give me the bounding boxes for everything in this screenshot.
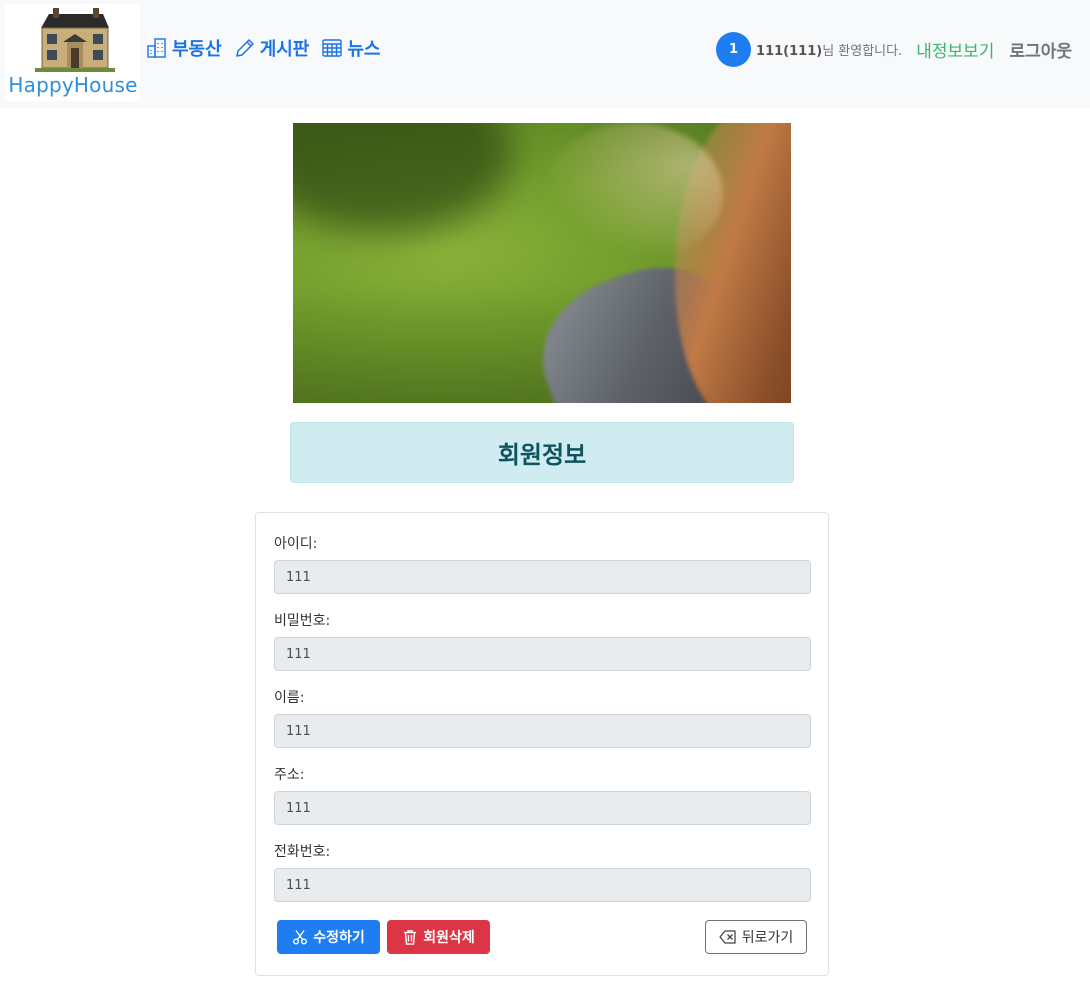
field-label-name: 이름:: [274, 690, 305, 706]
backspace-icon: [719, 930, 736, 944]
house-icon: [35, 8, 115, 72]
password-field[interactable]: 111: [274, 637, 811, 671]
nav-label-board: 게시판: [259, 39, 310, 60]
nav-item-news[interactable]: 뉴스: [321, 35, 381, 61]
main-nav: 부동산 게시판 뉴스: [146, 35, 393, 61]
member-info-card: 아이디: 111 비밀번호: 111 이름: 111 주소: 111 전화번호:…: [255, 512, 829, 976]
edit-button-label: 수정하기: [313, 930, 365, 946]
logo-text: HappyHouse: [8, 73, 138, 97]
trash-icon: [404, 930, 417, 945]
user-area: 1 111(111)님 환영합니다. 내정보보기 로그아웃: [716, 31, 1072, 67]
hero-image: [293, 123, 791, 403]
back-button[interactable]: 뒤로가기: [705, 920, 807, 954]
id-field[interactable]: 111: [274, 560, 811, 594]
address-field[interactable]: 111: [274, 791, 811, 825]
field-label-address: 주소:: [274, 767, 305, 783]
buildings-icon: [147, 38, 166, 58]
phone-field[interactable]: 111: [274, 868, 811, 902]
field-label-phone: 전화번호:: [274, 844, 331, 860]
field-label-password: 비밀번호:: [274, 613, 331, 629]
calendar-grid-icon: [322, 39, 343, 57]
navbar: HappyHouse 부동산 게시판 뉴스 1 111(111)님 환영합니다.…: [0, 0, 1090, 108]
delete-button-label: 회원삭제: [423, 930, 475, 946]
nav-item-board[interactable]: 게시판: [234, 35, 310, 61]
field-label-id: 아이디:: [274, 536, 318, 552]
my-info-link[interactable]: 내정보보기: [916, 37, 994, 62]
name-field[interactable]: 111: [274, 714, 811, 748]
page-title: 회원정보: [497, 441, 587, 469]
page-title-alert: 회원정보: [290, 422, 794, 483]
happyhouse-logo[interactable]: HappyHouse: [5, 4, 140, 101]
edit-button[interactable]: 수정하기: [277, 920, 380, 954]
nav-label-news: 뉴스: [347, 39, 381, 60]
nav-label-real-estate: 부동산: [172, 39, 222, 60]
pencil-icon: [235, 39, 254, 57]
nav-item-real-estate[interactable]: 부동산: [146, 35, 222, 61]
back-button-label: 뒤로가기: [741, 930, 794, 946]
welcome-suffix: 님 환영합니다.: [822, 43, 903, 59]
logout-link[interactable]: 로그아웃: [1009, 37, 1072, 62]
delete-member-button[interactable]: 회원삭제: [387, 920, 490, 954]
welcome-user: 111(111): [756, 43, 823, 59]
scissors-icon: [293, 930, 308, 945]
user-badge: 1: [716, 31, 752, 67]
welcome-text: 111(111)님 환영합니다.: [756, 40, 902, 59]
